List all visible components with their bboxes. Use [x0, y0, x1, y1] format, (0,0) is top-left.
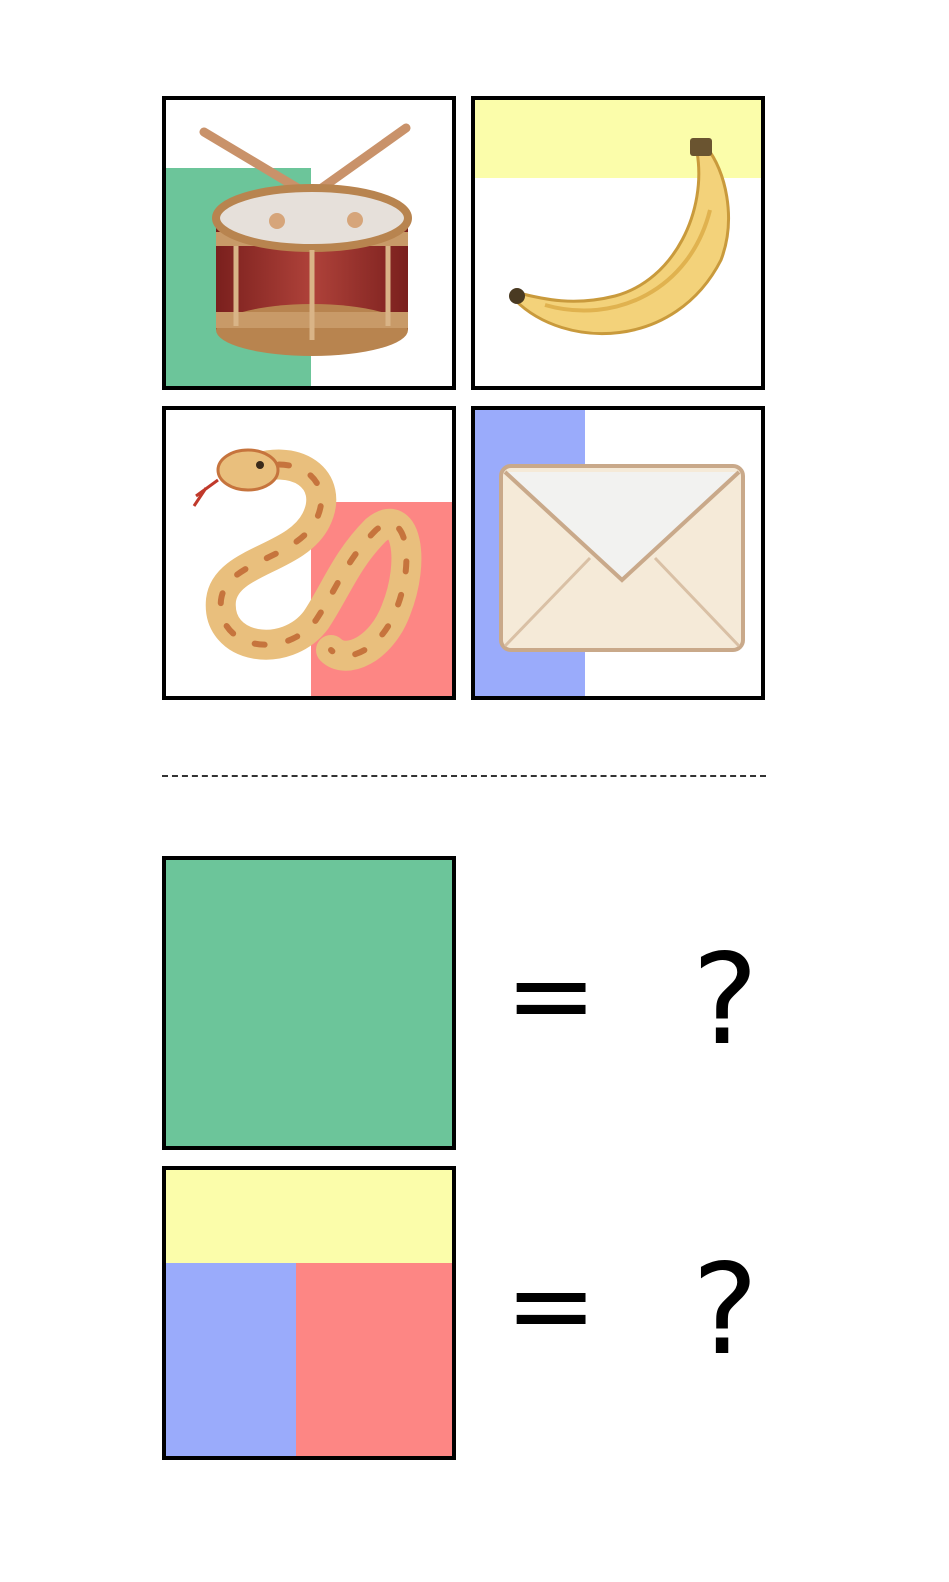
equation-1-equals: =: [505, 931, 598, 1059]
tile-drum: [162, 96, 456, 390]
equation-2-answer[interactable]: ?: [692, 1248, 758, 1373]
yellow-top-region: [166, 1170, 452, 1263]
equation-2-equals: =: [505, 1241, 598, 1369]
envelope-icon: [499, 464, 745, 652]
equation-1-pattern: [162, 856, 456, 1150]
drum-icon: [199, 123, 412, 356]
banana-icon: [509, 138, 730, 336]
equation-1-answer[interactable]: ?: [692, 938, 758, 1063]
tile-banana: [471, 96, 765, 390]
blue-bottom-left-region: [166, 1263, 296, 1456]
red-bottom-right-region: [296, 1263, 452, 1456]
divider: [162, 775, 766, 777]
snake-icon: [192, 448, 422, 671]
equation-2-pattern: [162, 1166, 456, 1460]
tile-envelope: [471, 406, 765, 700]
tile-snake: [162, 406, 456, 700]
